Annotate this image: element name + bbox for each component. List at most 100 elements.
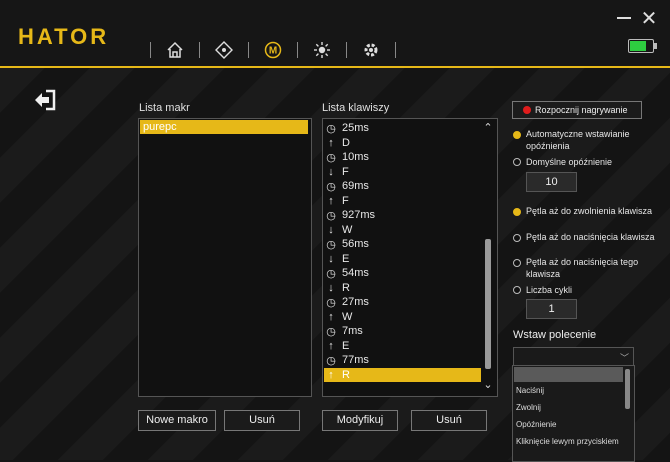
dropdown-option[interactable]: Kliknięcie lewym przyciskiem xyxy=(516,437,619,446)
clock-icon: ◷ xyxy=(326,325,336,338)
cycles-input[interactable]: 1 xyxy=(526,299,577,319)
insert-command-dropdown: Naciśnij Zwolnij Opóźnienie Kliknięcie l… xyxy=(512,365,635,462)
key-row-label: 25ms xyxy=(342,122,369,135)
dropdown-option[interactable]: Zwolnij xyxy=(516,403,541,412)
key-row[interactable]: ↓ E xyxy=(324,252,481,267)
key-row-label: F xyxy=(342,194,349,207)
macro-list-title: Lista makr xyxy=(139,102,190,114)
key-row[interactable]: ◷ 77ms xyxy=(324,353,481,368)
modify-button[interactable]: Modyfikuj xyxy=(322,410,398,431)
lighting-icon[interactable] xyxy=(298,41,346,59)
key-row-label: 7ms xyxy=(342,325,363,338)
key-row[interactable]: ◷ 7ms xyxy=(324,324,481,339)
loop-release-radio[interactable] xyxy=(513,208,521,216)
key-row-label: E xyxy=(342,252,350,265)
key-row-label: 54ms xyxy=(342,267,369,280)
auto-delay-label[interactable]: Automatyczne wstawianie opóźnienia xyxy=(526,128,636,152)
key-row[interactable]: ◷ 54ms xyxy=(324,266,481,281)
cycles-radio[interactable] xyxy=(513,286,521,294)
default-delay-input[interactable]: 10 xyxy=(526,172,577,192)
macro-icon[interactable]: M xyxy=(249,41,297,59)
loop-press-same-label[interactable]: Pętla aż do naciśnięcia tego klawisza xyxy=(526,256,641,280)
dropdown-blank-option[interactable] xyxy=(514,367,623,382)
delete-macro-button[interactable]: Usuń xyxy=(224,410,300,431)
key-list[interactable]: ⌃ ⌄ ◷ 25ms ↑ D ◷ 10ms ↓ F ◷ 69ms ↑ F ◷ 927ms ↓ W ◷ 56ms ↓ E… xyxy=(322,118,498,397)
loop-press-same-radio[interactable] xyxy=(513,259,521,267)
macro-item[interactable]: purepc xyxy=(140,120,308,134)
key-row[interactable]: ◷ 27ms xyxy=(324,295,481,310)
top-bar: HATOR M ✕ xyxy=(0,0,670,66)
auto-delay-radio[interactable] xyxy=(513,131,521,139)
dropdown-option[interactable]: Naciśnij xyxy=(516,386,544,395)
key-row[interactable]: ◷ 56ms xyxy=(324,237,481,252)
battery-nub xyxy=(654,43,657,49)
key-row[interactable]: ◷ 927ms xyxy=(324,208,481,223)
close-icon[interactable]: ✕ xyxy=(640,9,658,29)
record-button[interactable]: Rozpocznij nagrywanie xyxy=(512,101,642,119)
clock-icon: ◷ xyxy=(326,151,336,164)
record-dot-icon xyxy=(523,106,531,114)
minimize-icon[interactable] xyxy=(617,17,631,19)
key-row[interactable]: ↑ R xyxy=(324,367,481,382)
battery-icon xyxy=(628,39,657,53)
loop-press-radio[interactable] xyxy=(513,234,521,242)
delete-key-button[interactable]: Usuń xyxy=(411,410,487,431)
key-row-label: 56ms xyxy=(342,238,369,251)
clock-icon: ◷ xyxy=(326,122,336,135)
key-row-label: 27ms xyxy=(342,296,369,309)
key-row[interactable]: ↑ W xyxy=(324,310,481,325)
key-row-label: 927ms xyxy=(342,209,376,222)
key-row[interactable]: ◷ 25ms xyxy=(324,121,481,136)
key-row-label: W xyxy=(342,223,353,236)
key-row-label: R xyxy=(342,281,350,294)
loop-press-label[interactable]: Pętla aż do naciśnięcia klawisza xyxy=(526,231,655,243)
arrow-up-icon: ↑ xyxy=(328,368,334,381)
key-row[interactable]: ◷ 10ms xyxy=(324,150,481,165)
key-row[interactable]: ↓ W xyxy=(324,223,481,238)
arrow-up-icon: ↑ xyxy=(328,194,334,207)
arrow-down-icon: ↓ xyxy=(328,223,334,236)
back-icon[interactable] xyxy=(33,88,57,112)
key-row-label: E xyxy=(342,339,350,352)
key-row[interactable]: ◷ 69ms xyxy=(324,179,481,194)
home-icon[interactable] xyxy=(151,41,199,59)
key-row-label: 69ms xyxy=(342,180,369,193)
insert-command-label: Wstaw polecenie xyxy=(513,329,597,341)
key-row[interactable]: ↑ E xyxy=(324,339,481,354)
key-row-label: 10ms xyxy=(342,151,369,164)
loop-release-label[interactable]: Pętla aż do zwolnienia klawisza xyxy=(526,205,652,217)
main-nav: M xyxy=(150,38,396,62)
macro-list[interactable]: purepc xyxy=(138,118,312,397)
chevron-down-icon: ﹀ xyxy=(619,353,629,363)
dropdown-scrollbar[interactable] xyxy=(625,369,630,409)
key-row-label: D xyxy=(342,136,350,149)
key-row-label: R xyxy=(342,368,350,381)
scroll-up-icon[interactable]: ⌃ xyxy=(482,121,494,134)
dropdown-option[interactable]: Opóźnienie xyxy=(516,420,556,429)
key-row-label: W xyxy=(342,310,353,323)
key-row[interactable]: ↓ F xyxy=(324,165,481,180)
scrollbar-thumb[interactable] xyxy=(485,239,491,369)
arrow-down-icon: ↓ xyxy=(328,252,334,265)
key-row-label: 77ms xyxy=(342,354,369,367)
dpad-icon[interactable] xyxy=(200,41,248,59)
clock-icon: ◷ xyxy=(326,209,336,222)
scroll-down-icon[interactable]: ⌄ xyxy=(482,378,494,391)
clock-icon: ◷ xyxy=(326,180,336,193)
hator-logo: HATOR xyxy=(18,24,110,49)
record-label: Rozpocznij nagrywanie xyxy=(535,105,628,115)
key-row[interactable]: ↑ F xyxy=(324,194,481,209)
default-delay-radio[interactable] xyxy=(513,158,521,166)
cycles-label[interactable]: Liczba cykli xyxy=(526,284,572,296)
key-list-title: Lista klawiszy xyxy=(322,102,390,114)
key-row[interactable]: ↑ D xyxy=(324,136,481,151)
key-row-label: F xyxy=(342,165,349,178)
gear-icon[interactable] xyxy=(347,41,395,59)
key-row[interactable]: ↓ R xyxy=(324,281,481,296)
battery-level xyxy=(630,41,646,51)
new-macro-button[interactable]: Nowe makro xyxy=(138,410,216,431)
insert-command-select[interactable]: ﹀ xyxy=(513,347,634,367)
default-delay-label[interactable]: Domyślne opóźnienie xyxy=(526,156,612,168)
clock-icon: ◷ xyxy=(326,296,336,309)
arrow-up-icon: ↑ xyxy=(328,339,334,352)
